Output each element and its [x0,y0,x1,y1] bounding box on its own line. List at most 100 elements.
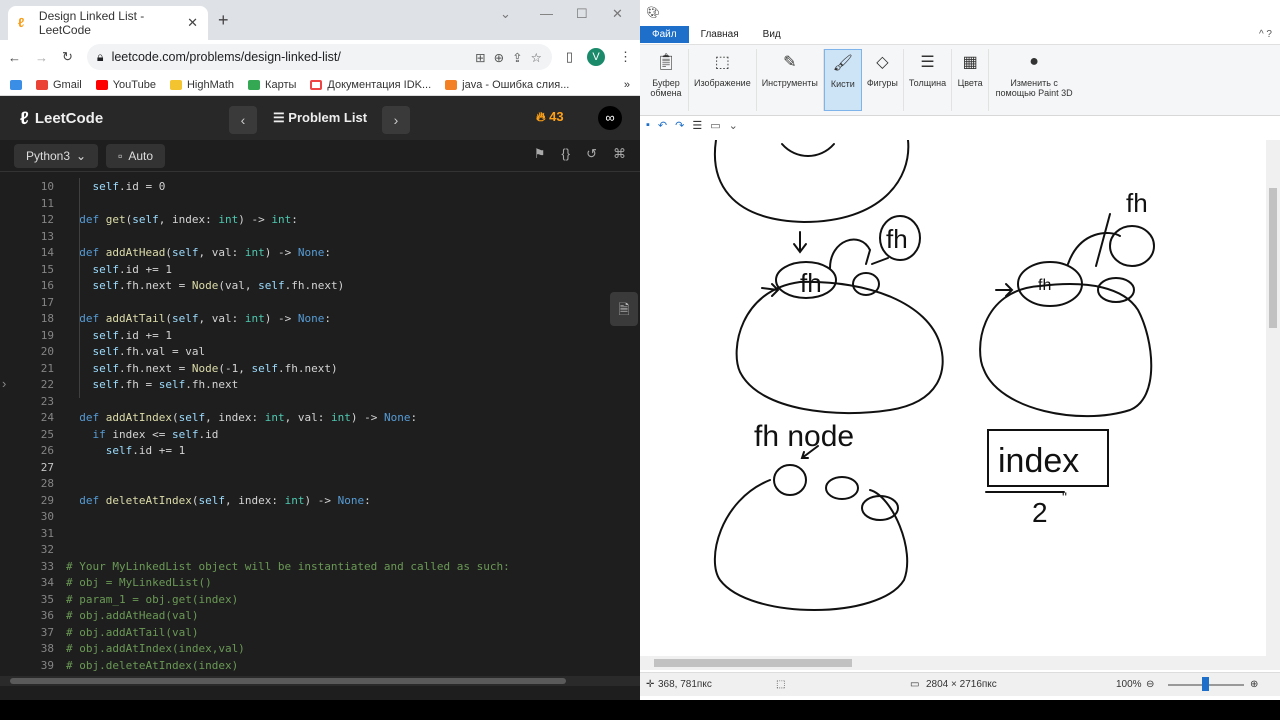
code-editor[interactable]: 10 self.id = 0 11 12 def get(self, index: … [0,178,640,674]
close-tab-icon[interactable]: ✕ [187,15,198,31]
size-group[interactable]: ☰ Толщина [904,49,953,111]
bookmark-docs[interactable]: Документация IDK... [310,79,431,91]
scroll-thumb[interactable] [654,659,852,667]
premium-icon[interactable]: ∞ [598,106,622,130]
line-number: 37 [40,625,54,639]
logo-text: LeetCode [34,109,104,127]
page-icon[interactable]: ▭ [710,119,720,132]
canvas-horizontal-scrollbar[interactable] [640,656,1280,670]
code-line[interactable]: # obj.addAtTail(val) [66,626,198,639]
clipboard-group[interactable]: 📋︎ Буфер обмена [644,49,689,111]
maximize-icon[interactable]: ☐ [576,6,588,22]
back-icon[interactable]: ← [8,50,21,65]
bookmark-highmath[interactable]: HighMath [169,79,234,91]
code-line[interactable]: self.id += 1 [66,444,185,457]
bookmark-apps[interactable] [10,79,22,90]
file-icon[interactable]: 🗎︎ [610,292,638,326]
code-line[interactable]: if index <= self.id [66,428,219,441]
bookmark-label: YouTube [112,78,156,91]
code-line[interactable]: def addAtIndex(self, index: int, val: in… [66,411,417,424]
leetcode-logo[interactable]: ℓ LeetCode [20,108,103,129]
code-line[interactable]: self.id += 1 [66,263,172,276]
code-line[interactable]: def deleteAtIndex(self, index: int) -> N… [66,494,370,507]
code-line[interactable]: self.id += 1 [66,329,172,342]
bookmark-icon[interactable]: ⚑ [534,146,546,162]
code-line[interactable]: self.fh.val = val [66,345,206,358]
new-tab-icon[interactable]: + [218,10,229,31]
shortcut-icon[interactable]: ⌘ [613,146,626,162]
shapes-group[interactable]: ◇ Фигуры [862,49,904,111]
code-line[interactable]: # obj.addAtIndex(index,val) [66,642,245,655]
paint3d-icon: ● [1029,53,1039,70]
scroll-thumb[interactable] [1269,188,1277,328]
sketch-node-small [852,272,880,296]
tools-group[interactable]: ✎ Инструменты [757,49,824,111]
expand-panel-icon[interactable]: › [2,376,6,391]
code-line[interactable]: # obj.deleteAtIndex(index) [66,659,238,672]
forward-icon[interactable]: → [35,50,48,65]
line-number: 24 [40,411,54,424]
code-line[interactable]: self.fh.next = Node(val, self.fh.next) [66,279,345,292]
browser-window: ℓ Design Linked List - LeetCode ✕ + ⌄ — … [0,0,640,700]
paint-ribbon: 📋︎ Буфер обмена ⬚ Изображение ✎ Инструменты… [640,44,1280,116]
code-line[interactable]: def addAtTail(self, val: int) -> None: [66,312,331,325]
reset-icon[interactable]: ↺ [586,146,597,162]
brushes-group[interactable]: 🖌︎ Кисти [823,49,862,111]
url-input[interactable]: 🔒︎ leetcode.com/problems/design-linked-l… [86,44,552,70]
editor-horizontal-scrollbar[interactable] [0,676,640,686]
code-line[interactable]: self.id = 0 [66,180,166,193]
streak-counter[interactable]: 🔥︎ 43 [536,109,564,125]
minimize-icon[interactable]: — [540,6,553,21]
prev-problem-button[interactable]: ‹ [229,106,257,134]
problem-list-button[interactable]: ☰ Problem List [273,110,367,126]
more-bookmarks-icon[interactable]: » [624,79,630,91]
browser-tab[interactable]: ℓ Design Linked List - LeetCode ✕ [8,6,208,40]
zoom-in-icon[interactable]: ⊕ [1250,679,1258,690]
profile-avatar[interactable]: V [587,48,605,66]
paint3d-group[interactable]: ● Изменить с помощью Paint 3D [989,49,1079,111]
code-line[interactable]: # obj = MyLinkedList() [66,576,212,589]
customize-icon[interactable]: ⌄ [729,119,738,132]
auto-mode-button[interactable]: ▫ Auto [106,143,166,168]
braces-icon[interactable]: {} [561,146,570,162]
canvas-vertical-scrollbar[interactable] [1266,140,1280,656]
zoom-out-icon[interactable]: ⊖ [1146,679,1154,690]
undo-icon[interactable]: ↶ [658,119,667,132]
scroll-thumb[interactable] [10,678,566,684]
selection-icon: ⬚ [776,679,786,690]
help-icon[interactable]: ^ ? [1259,29,1280,40]
language-select[interactable]: Python3 ⌄ [14,143,99,168]
bookmark-youtube[interactable]: YouTube [95,78,156,91]
next-problem-button[interactable]: › [382,106,410,134]
code-line[interactable]: # param_1 = obj.get(index) [66,593,238,606]
tab-search-icon[interactable]: ⌄ [500,6,511,22]
bookmark-gmail[interactable]: Gmail [36,79,82,91]
close-window-icon[interactable]: ✕ [612,6,623,22]
code-line[interactable]: self.fh.next = Node(-1, self.fh.next) [66,362,338,375]
save-icon[interactable]: ▪ [646,119,650,131]
drawing-canvas[interactable]: fh fh fh fh fh node index 2 " [640,139,1266,656]
tab-view[interactable]: Вид [751,26,793,43]
zoom-icon[interactable]: ⊕ [494,50,504,65]
star-icon[interactable]: ☆ [531,50,542,65]
code-line[interactable]: # obj.addAtHead(val) [66,609,198,622]
sidepanel-icon[interactable]: ▯ [566,49,573,65]
colors-group[interactable]: ▦ Цвета [952,49,990,111]
translate-icon[interactable]: ⊞ [475,50,485,65]
code-line[interactable]: self.fh = self.fh.next [66,378,239,391]
leetcode-header: ℓ LeetCode ‹ ☰ Problem List › 🔥︎ 43 ∞ [0,96,640,140]
tab-home[interactable]: Главная [689,26,751,43]
share-icon[interactable]: ⇪ [512,50,522,65]
tab-file[interactable]: Файл [640,25,689,43]
zoom-slider-thumb[interactable] [1202,677,1209,691]
lines-icon[interactable]: ☰ [692,119,702,132]
menu-icon[interactable]: ⋮ [619,49,632,65]
code-line[interactable]: def get(self, index: int) -> int: [66,213,298,226]
code-line[interactable]: # Your MyLinkedList object will be insta… [66,560,510,573]
reload-icon[interactable]: ↻ [62,49,73,65]
bookmark-maps[interactable]: Карты [248,79,296,91]
redo-icon[interactable]: ↷ [675,119,684,132]
bookmark-java[interactable]: java - Ошибка слия... [445,79,569,91]
image-group[interactable]: ⬚ Изображение [689,49,757,111]
code-line[interactable]: def addAtHead(self, val: int) -> None: [66,246,331,259]
